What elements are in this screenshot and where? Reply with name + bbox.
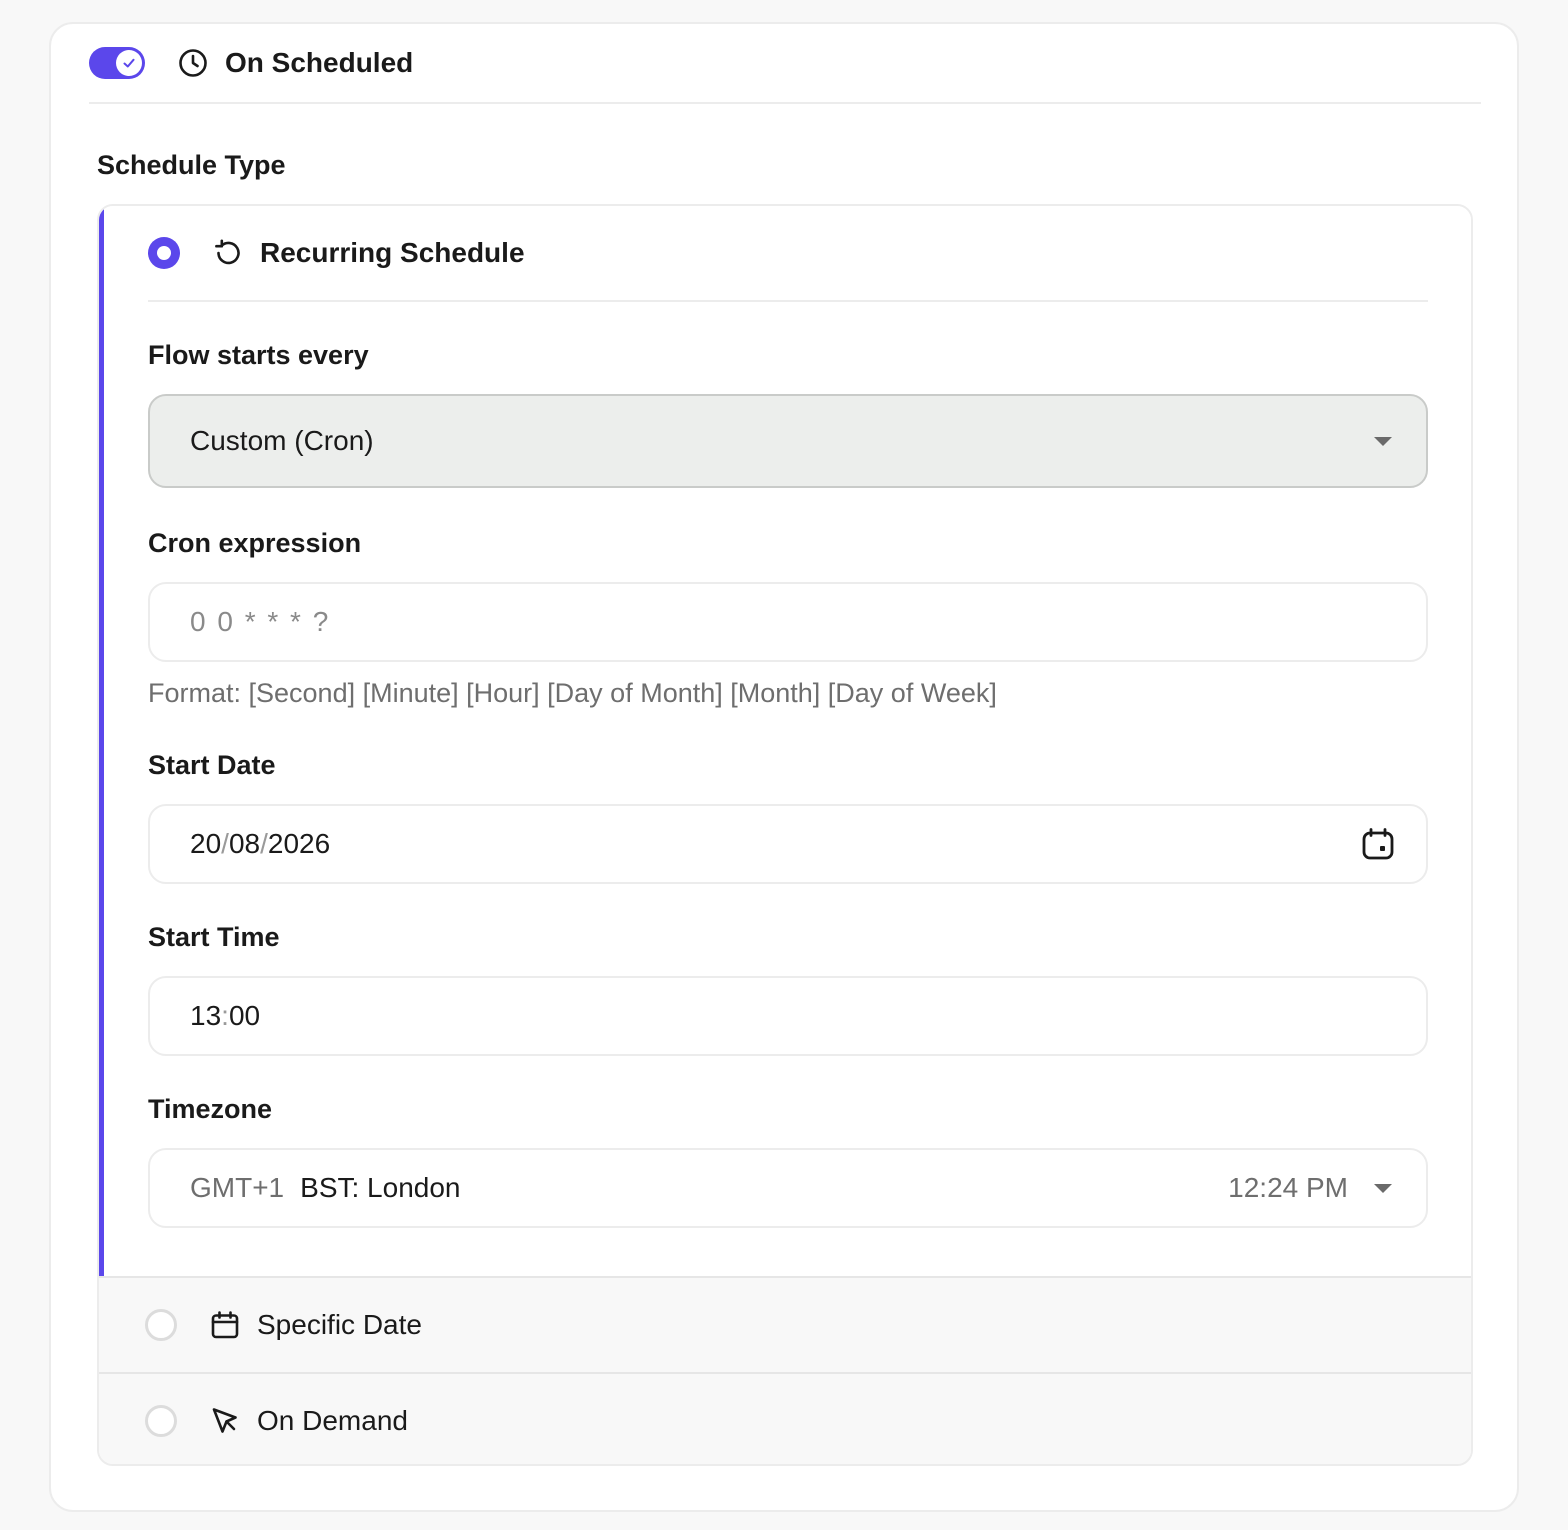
on-demand-label: On Demand <box>257 1405 408 1436</box>
schedule-type-label: Schedule Type <box>97 150 286 180</box>
flow-starts-select[interactable]: Custom (Cron) <box>148 394 1428 488</box>
toggle-knob <box>116 50 142 76</box>
recurring-option-label: Recurring Schedule <box>260 237 525 268</box>
start-date-year[interactable]: 2026 <box>268 828 330 860</box>
start-time-label: Start Time <box>148 922 280 952</box>
recurring-radio[interactable] <box>148 237 180 269</box>
cron-expression-label: Cron expression <box>148 528 362 558</box>
start-date-day[interactable]: 20 <box>190 828 221 860</box>
time-separator: : <box>221 1000 229 1031</box>
cron-placeholder: 0 0 * * * ? <box>190 606 331 637</box>
header-title: On Scheduled <box>225 47 414 78</box>
flow-starts-value: Custom (Cron) <box>190 425 374 456</box>
timezone-local-time: 12:24 PM <box>1228 1172 1348 1203</box>
schedule-toggle[interactable] <box>89 47 145 79</box>
start-time-hour[interactable]: 13 <box>190 1000 221 1032</box>
specific-date-radio[interactable] <box>145 1309 177 1341</box>
timezone-name: BST: London <box>300 1172 461 1203</box>
recurring-option-header[interactable]: Recurring Schedule <box>148 206 1428 302</box>
option-on-demand[interactable]: On Demand <box>99 1372 1471 1464</box>
start-date-month[interactable]: 08 <box>229 828 260 860</box>
cron-format-hint: Format: [Second] [Minute] [Hour] [Day of… <box>148 678 997 708</box>
option-recurring-schedule: Recurring Schedule Flow starts every Cus… <box>99 206 1471 1276</box>
start-time-input[interactable]: 13:00 <box>148 976 1428 1056</box>
timezone-offset: GMT+1 <box>190 1172 285 1203</box>
timezone-label: Timezone <box>148 1094 273 1124</box>
cursor-click-icon <box>212 1408 237 1433</box>
specific-date-label: Specific Date <box>257 1309 422 1340</box>
start-date-input[interactable]: 20/08/2026 <box>148 804 1428 884</box>
schedule-type-group: Recurring Schedule Flow starts every Cus… <box>97 204 1473 1466</box>
calendar-icon <box>211 1311 239 1339</box>
start-time-minute[interactable]: 00 <box>229 1000 260 1032</box>
calendar-picker-icon[interactable] <box>1360 826 1396 862</box>
date-separator: / <box>221 828 229 859</box>
schedule-card: On Scheduled Schedule Type Recurring Sch… <box>49 22 1519 1512</box>
chevron-down-icon <box>1374 1183 1392 1193</box>
date-separator: / <box>260 828 268 859</box>
chevron-down-icon <box>1374 436 1392 446</box>
trigger-header: On Scheduled <box>89 24 1481 104</box>
clock-icon <box>179 49 207 77</box>
cron-expression-input[interactable]: 0 0 * * * ? <box>148 582 1428 662</box>
on-demand-radio[interactable] <box>145 1405 177 1437</box>
check-icon <box>123 58 135 68</box>
timezone-select[interactable]: GMT+1 BST: London 12:24 PM <box>148 1148 1428 1228</box>
refresh-icon <box>215 239 240 265</box>
option-specific-date[interactable]: Specific Date <box>99 1276 1471 1372</box>
start-date-label: Start Date <box>148 750 276 780</box>
flow-starts-label: Flow starts every <box>148 340 369 370</box>
